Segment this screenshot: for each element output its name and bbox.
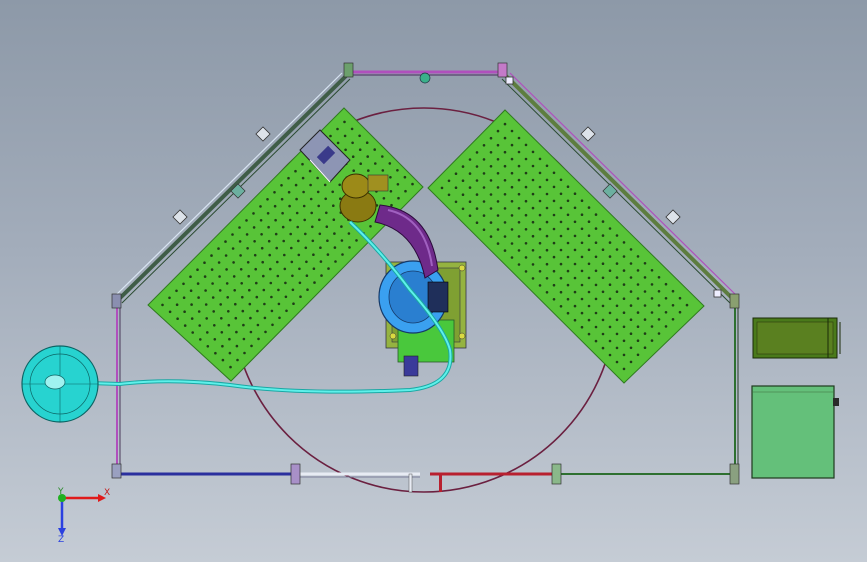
fixture-table-left[interactable]: [147, 107, 424, 382]
control-cabinet[interactable]: [751, 385, 839, 479]
fixture-table-right[interactable]: [427, 109, 705, 384]
y-axis-label: Y: [57, 487, 64, 497]
coordinate-triad: X Y Z: [57, 487, 110, 545]
wire-spool[interactable]: [21, 345, 99, 423]
x-axis-label: X: [104, 488, 110, 498]
robot-cell-model[interactable]: X Y Z: [0, 0, 867, 562]
z-axis-label: Z: [58, 535, 64, 545]
cad-viewport[interactable]: X Y Z: [0, 0, 867, 562]
wire-feeder-unit[interactable]: [752, 317, 841, 359]
